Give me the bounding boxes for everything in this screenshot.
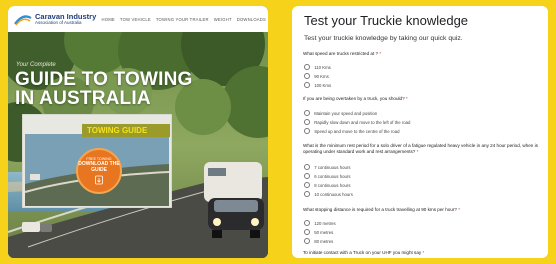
radio-button-icon[interactable]: [304, 64, 311, 71]
question-title: If you are being overtaken by a truck, y…: [303, 96, 539, 102]
radio-button-icon[interactable]: [304, 220, 311, 227]
option-label: 8 continuous hours: [314, 182, 351, 188]
question-text: If you are being overtaken by a truck, y…: [303, 96, 405, 101]
answer-option[interactable]: 50 metres: [304, 229, 334, 236]
radio-button-icon[interactable]: [304, 164, 311, 171]
option-label: Rapidly slow down and move to the left o…: [314, 119, 411, 125]
logo-name: Caravan Industry: [35, 11, 97, 21]
caravan-logo-icon: [14, 15, 32, 26]
answer-option[interactable]: Rapidly slow down and move to the left o…: [304, 119, 411, 126]
option-label: 7 continuous hours: [314, 164, 351, 170]
option-label: 10 continuous hours: [314, 191, 353, 197]
nav-item-home[interactable]: HOME: [102, 17, 115, 22]
radio-button-icon[interactable]: [304, 119, 311, 126]
answer-option[interactable]: 6 continuous hours: [304, 173, 351, 180]
nav-item-towing-your-trailer[interactable]: TOWING YOUR TRAILER: [156, 17, 209, 22]
website-panel: Caravan Industry Association of Australi…: [8, 6, 268, 258]
option-label: 100 Kms: [314, 82, 332, 88]
question-text: What speed are trucks restricted at ?: [303, 51, 379, 56]
option-label: Speed up and move to the centre of the r…: [314, 128, 400, 134]
answer-option[interactable]: 90 Kms: [304, 73, 329, 80]
radio-button-icon[interactable]: [304, 173, 311, 180]
radio-button-icon[interactable]: [304, 238, 311, 245]
radio-button-icon[interactable]: [304, 73, 311, 80]
question-title: To initiate contact with a Truck on your…: [303, 250, 539, 256]
answer-option[interactable]: Maintain your speed and position: [304, 110, 378, 117]
required-asterisk: *: [379, 51, 382, 56]
nav-item-weight[interactable]: WEIGHT: [214, 17, 232, 22]
quiz-form-panel: Test your Truckie knowledge Test your tr…: [292, 6, 548, 258]
main-menu: HOME TOW VEHICLE TOWING YOUR TRAILER WEI…: [97, 17, 266, 22]
required-asterisk: *: [405, 96, 408, 101]
required-asterisk: *: [458, 207, 461, 212]
answer-option[interactable]: 100 Kms: [304, 82, 332, 89]
question-title: What is the minimum rest period for a so…: [303, 143, 539, 155]
logo-subtitle: Association of Australia: [35, 20, 82, 25]
hero-kicker: Your Complete: [16, 62, 56, 68]
nav-item-downloads[interactable]: DOWNLOADS: [237, 17, 266, 22]
option-label: 120 metres: [314, 220, 336, 226]
option-label: 6 continuous hours: [314, 173, 351, 179]
answer-option[interactable]: 110 Kms: [304, 64, 331, 71]
answer-option[interactable]: 10 continuous hours: [304, 191, 353, 198]
option-label: 90 Kms: [314, 73, 329, 79]
badge-main-text: DOWNLOAD THE GUIDE: [78, 161, 120, 173]
option-label: Maintain your speed and position: [314, 110, 378, 116]
question-title: What speed are trucks restricted at ? *: [303, 51, 539, 57]
radio-button-icon[interactable]: [304, 191, 311, 198]
answer-option[interactable]: 7 continuous hours: [304, 164, 351, 171]
required-asterisk: *: [422, 250, 425, 255]
radio-button-icon[interactable]: [304, 128, 311, 135]
radio-button-icon[interactable]: [304, 229, 311, 236]
required-asterisk: *: [416, 148, 419, 154]
nav-item-tow-vehicle[interactable]: TOW VEHICLE: [120, 17, 151, 22]
question-text: What stopping distance is required for a…: [303, 207, 457, 212]
answer-option[interactable]: Speed up and move to the centre of the r…: [304, 128, 400, 135]
form-title: Test your Truckie knowledge: [304, 13, 469, 28]
site-logo[interactable]: Caravan Industry Association of Australi…: [14, 12, 96, 26]
option-label: 110 Kms: [314, 64, 331, 70]
radio-button-icon[interactable]: [304, 182, 311, 189]
download-guide-button[interactable]: FREE TOWING DOWNLOAD THE GUIDE: [76, 148, 122, 194]
question-text: What is the minimum rest period for a so…: [303, 143, 538, 154]
radio-button-icon[interactable]: [304, 110, 311, 117]
answer-option[interactable]: 120 metres: [304, 220, 336, 227]
answer-option[interactable]: 80 metres: [304, 238, 334, 245]
option-label: 80 metres: [314, 238, 334, 244]
site-header: Caravan Industry Association of Australi…: [8, 6, 268, 32]
option-label: 50 metres: [314, 229, 334, 235]
hero-title: GUIDE TO TOWING IN AUSTRALIA: [15, 69, 193, 109]
form-description: Test your truckie knowledge by taking ou…: [304, 35, 463, 42]
answer-option[interactable]: 8 continuous hours: [304, 182, 351, 189]
radio-button-icon[interactable]: [304, 82, 311, 89]
download-document-icon: [95, 175, 103, 185]
towing-guide-label: TOWING GUIDE: [82, 124, 170, 137]
question-text: To initiate contact with a Truck on your…: [303, 250, 422, 255]
question-title: What stopping distance is required for a…: [303, 207, 539, 213]
